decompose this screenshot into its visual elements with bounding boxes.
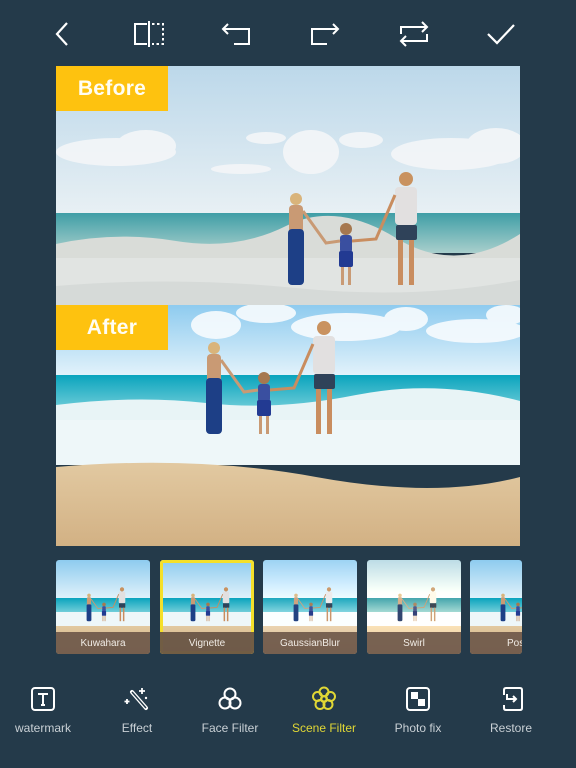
nav-effect[interactable]: Effect	[89, 680, 185, 740]
restore-icon	[497, 685, 525, 713]
magic-wand-icon	[123, 685, 151, 713]
nav-label: Scene Filter	[291, 721, 357, 735]
back-button[interactable]	[47, 18, 79, 50]
before-tag: Before	[56, 66, 168, 111]
nav-label: Effect	[121, 721, 153, 735]
nav-face-filter[interactable]: Face Filter	[182, 680, 278, 740]
flower-icon	[310, 685, 338, 713]
confirm-button[interactable]	[485, 18, 517, 50]
filter-label: Vignette	[160, 632, 254, 654]
nav-label: Photo fix	[394, 721, 442, 735]
nav-label: Restore	[489, 721, 533, 735]
compare-split-button[interactable]	[133, 18, 165, 50]
nav-restore[interactable]: Restore	[463, 680, 559, 740]
repeat-icon	[399, 21, 429, 47]
filter-gaussianblur[interactable]: GaussianBlur	[263, 560, 357, 654]
checker-square-icon	[404, 685, 432, 713]
circles-icon	[216, 685, 244, 713]
text-box-icon	[29, 685, 57, 713]
nav-scene-filter[interactable]: Scene Filter	[276, 680, 372, 740]
nav-label: Face Filter	[201, 721, 259, 735]
after-photo: After	[56, 305, 520, 546]
filter-label: Kuwahara	[56, 632, 150, 654]
nav-photo-fix[interactable]: Photo fix	[370, 680, 466, 740]
back-icon	[55, 22, 68, 46]
filter-vignette[interactable]: Vignette	[160, 560, 254, 654]
filter-label: Swirl	[367, 632, 461, 654]
checkmark-icon	[487, 24, 515, 45]
repeat-button[interactable]	[398, 18, 430, 50]
filter-label: GaussianBlur	[263, 632, 357, 654]
redo-icon	[311, 23, 340, 45]
redo-button[interactable]	[309, 18, 341, 50]
nav-watermark[interactable]: watermark	[0, 680, 91, 740]
filter-label: Post	[470, 632, 522, 654]
filter-post[interactable]: Post	[470, 560, 522, 654]
bottom-nav: watermark Effect Face Filter Scene Filte…	[0, 680, 576, 750]
nav-label: watermark	[14, 721, 71, 735]
top-toolbar	[0, 0, 576, 66]
undo-button[interactable]	[220, 18, 252, 50]
after-tag: After	[56, 305, 168, 350]
before-photo: Before	[56, 66, 520, 305]
before-after-preview: Before After	[56, 66, 520, 546]
compare-split-icon	[134, 21, 164, 47]
filter-kuwahara[interactable]: Kuwahara	[56, 560, 150, 654]
undo-icon	[221, 23, 250, 45]
filter-strip: Kuwahara Vignette GaussianBlur Swirl Pos	[56, 560, 522, 655]
filter-swirl[interactable]: Swirl	[367, 560, 461, 654]
